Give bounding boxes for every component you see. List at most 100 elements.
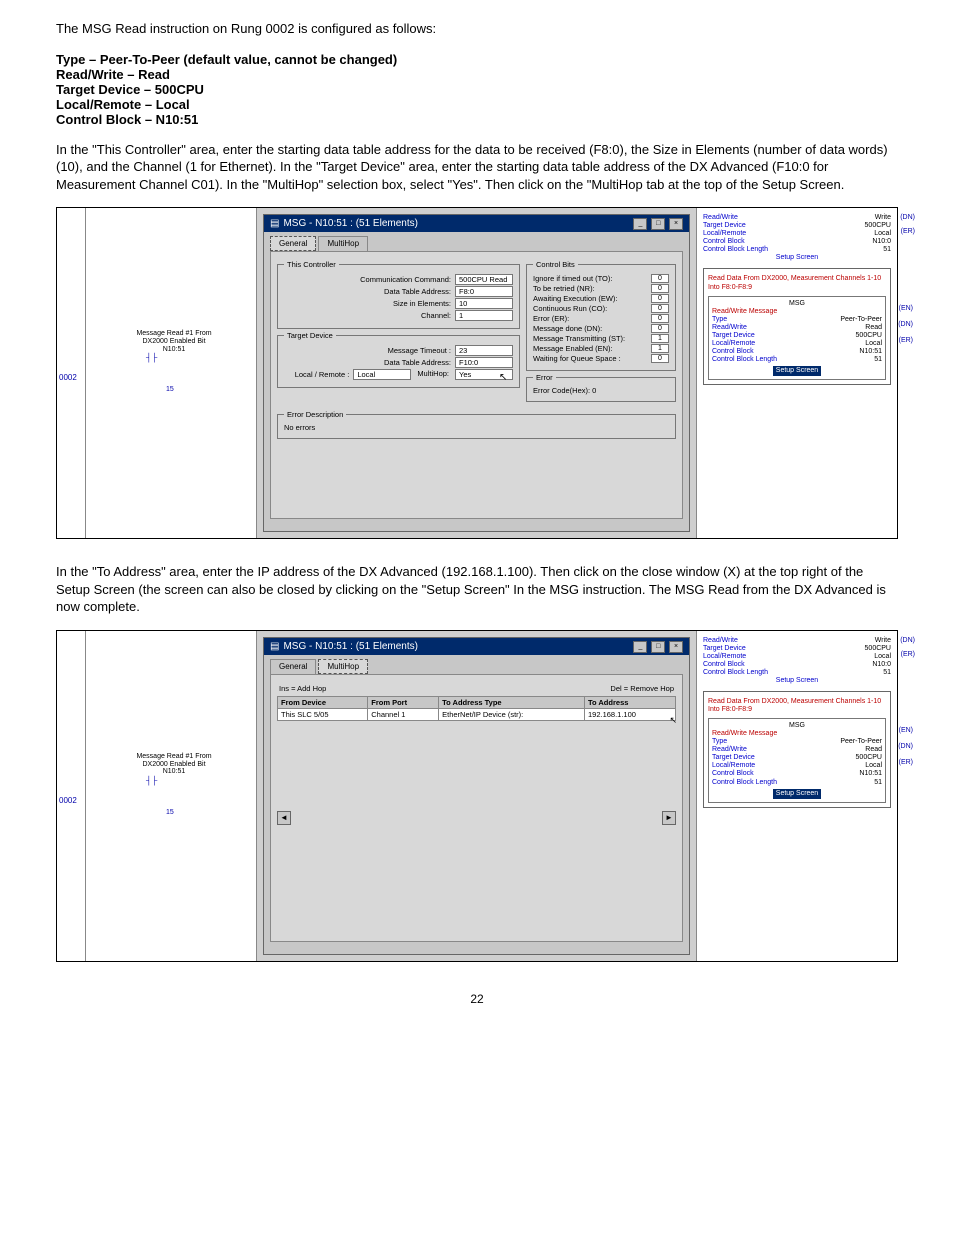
tab-multihop-2[interactable]: MultiHop bbox=[318, 659, 368, 674]
cb-dn-val[interactable]: 0 bbox=[651, 324, 669, 333]
tab-multihop[interactable]: MultiHop bbox=[318, 236, 368, 251]
dn-flag-icon-2: (DN) bbox=[898, 321, 913, 329]
comm-cmd-value[interactable]: 500CPU Read bbox=[455, 274, 513, 285]
r2-setup-screen[interactable]: Setup Screen bbox=[703, 677, 891, 685]
msg-setup-dialog-2: ▤ MSG - N10:51 : (51 Elements) _ □ × Gen… bbox=[263, 637, 690, 955]
error-description-group: Error Description No errors bbox=[277, 410, 676, 439]
r1m-cb-lbl: Control Block bbox=[712, 348, 754, 356]
maximize-icon-2[interactable]: □ bbox=[651, 641, 665, 653]
scroll-right-icon[interactable]: ► bbox=[662, 811, 676, 825]
r1-setup-screen[interactable]: Setup Screen bbox=[703, 254, 891, 262]
dn-flag-icon-4: (DN) bbox=[898, 743, 913, 751]
col-from-port: From Port bbox=[368, 696, 439, 708]
close-icon-2[interactable]: × bbox=[669, 641, 683, 653]
cfg-line-cb: Control Block – N10:51 bbox=[56, 112, 898, 127]
cb-er-label: Error (ER): bbox=[533, 314, 569, 323]
ladder-right-pane: Read/WriteWrite Target Device500CPU Loca… bbox=[696, 208, 897, 538]
error-group: Error Error Code(Hex): 0 bbox=[526, 373, 676, 402]
minimize-icon[interactable]: _ bbox=[633, 218, 647, 230]
dn-flag-icon: (DN) bbox=[900, 214, 915, 222]
tab-general[interactable]: General bbox=[270, 236, 316, 251]
ladder-column: Message Read #1 From DX2000 Enabled Bit … bbox=[86, 208, 257, 538]
tab-general-2[interactable]: General bbox=[270, 659, 316, 674]
r2-cb-lbl: Control Block bbox=[703, 661, 745, 669]
size-value[interactable]: 10 bbox=[455, 298, 513, 309]
cfg-line-lr: Local/Remote – Local bbox=[56, 97, 898, 112]
r2m-cbl-val: 51 bbox=[874, 779, 882, 787]
channel-value[interactable]: 1 bbox=[455, 310, 513, 321]
dialog-title-2: MSG - N10:51 : (51 Elements) bbox=[283, 641, 418, 652]
cb-wq-val[interactable]: 0 bbox=[651, 354, 669, 363]
cb-en-val[interactable]: 1 bbox=[651, 344, 669, 353]
r1m-cb-val: N10:51 bbox=[859, 348, 882, 356]
r2m-setup-screen[interactable]: Setup Screen bbox=[773, 789, 821, 799]
cfg-line-target: Target Device – 500CPU bbox=[56, 82, 898, 97]
cb-nr-val[interactable]: 0 bbox=[651, 284, 669, 293]
dialog-titlebar-2[interactable]: ▤ MSG - N10:51 : (51 Elements) _ □ × bbox=[264, 638, 689, 655]
cell-from-port[interactable]: Channel 1 bbox=[368, 708, 439, 720]
r1m-td-val: 500CPU bbox=[856, 332, 882, 340]
target-device-legend: Target Device bbox=[284, 331, 336, 340]
ladder-instruction-text-2: Message Read #1 From DX2000 Enabled Bit … bbox=[124, 753, 224, 776]
window-buttons: _ □ × bbox=[632, 217, 683, 230]
error-description-legend: Error Description bbox=[284, 410, 346, 419]
cell-to-addr-type[interactable]: EtherNet/IP Device (str): bbox=[439, 708, 585, 720]
ladder-right-pane-2: Read/WriteWrite Target Device500CPU Loca… bbox=[696, 631, 897, 961]
r2m-lr-val: Local bbox=[865, 762, 882, 770]
cb-ew-val[interactable]: 0 bbox=[651, 294, 669, 303]
dialog-area: ▤ MSG - N10:51 : (51 Elements) _ □ × Gen… bbox=[257, 208, 696, 538]
en-flag-icon: (EN) bbox=[899, 305, 913, 313]
cb-dn-label: Message done (DN): bbox=[533, 324, 602, 333]
multihop-value[interactable]: Yes bbox=[455, 369, 513, 380]
close-icon[interactable]: × bbox=[669, 218, 683, 230]
col-to-addr-type: To Address Type bbox=[439, 696, 585, 708]
maximize-icon[interactable]: □ bbox=[651, 218, 665, 230]
this-controller-legend: This Controller bbox=[284, 260, 339, 269]
er-flag-icon-2: (ER) bbox=[899, 337, 913, 345]
horizontal-scrollbar[interactable]: ◄ ► bbox=[277, 811, 676, 825]
cb-ew-label: Awaiting Execution (EW): bbox=[533, 294, 617, 303]
r2-cbl-lbl: Control Block Length bbox=[703, 669, 768, 677]
ladder-column-2: Message Read #1 From DX2000 Enabled Bit … bbox=[86, 631, 257, 961]
r1-cb-val: N10:0 bbox=[872, 238, 891, 246]
msg-timeout-value[interactable]: 23 bbox=[455, 345, 513, 356]
rwm-label-2: Read/Write Message bbox=[712, 730, 882, 738]
cell-to-address[interactable]: 192.168.1.100 ↖ bbox=[584, 708, 675, 720]
r2-cbl-val: 51 bbox=[883, 669, 891, 677]
screenshot-general-tab: 0002 Message Read #1 From DX2000 Enabled… bbox=[56, 207, 898, 539]
er-flag-icon: (ER) bbox=[901, 228, 915, 236]
r1m-cbl-val: 51 bbox=[874, 356, 882, 364]
table-row[interactable]: This SLC 5/05 Channel 1 EtherNet/IP Devi… bbox=[278, 708, 676, 720]
control-bits-group: Control Bits Ignore if timed out (TO):0 … bbox=[526, 260, 676, 371]
tab-body-general: This Controller Communication Command:50… bbox=[270, 251, 683, 519]
multihop-table[interactable]: From Device From Port To Address Type To… bbox=[277, 696, 676, 721]
scroll-left-icon[interactable]: ◄ bbox=[277, 811, 291, 825]
dta-value[interactable]: F8:0 bbox=[455, 286, 513, 297]
config-bold-list: Type – Peer-To-Peer (default value, cann… bbox=[56, 52, 898, 127]
error-legend: Error bbox=[533, 373, 556, 382]
cb-nr-label: To be retried (NR): bbox=[533, 284, 595, 293]
cb-co-val[interactable]: 0 bbox=[651, 304, 669, 313]
r2m-cbl-lbl: Control Block Length bbox=[712, 779, 777, 787]
target-dta-value[interactable]: F10:0 bbox=[455, 357, 513, 368]
r2-td-lbl: Target Device bbox=[703, 645, 746, 653]
local-remote-value[interactable]: Local bbox=[353, 369, 411, 380]
cb-er-val[interactable]: 0 bbox=[651, 314, 669, 323]
app-icon-2: ▤ bbox=[270, 641, 279, 652]
cell-from-device[interactable]: This SLC 5/05 bbox=[278, 708, 368, 720]
cb-st-val[interactable]: 1 bbox=[651, 334, 669, 343]
dta-label: Data Table Address: bbox=[284, 287, 455, 296]
xic-contact-icon-2: ┤├ bbox=[146, 776, 157, 785]
minimize-icon-2[interactable]: _ bbox=[633, 641, 647, 653]
cb-to-val[interactable]: 0 bbox=[651, 274, 669, 283]
dn-flag-icon-3: (DN) bbox=[900, 637, 915, 645]
rung-gutter-left-2: 0002 bbox=[57, 631, 86, 961]
error-description-text: No errors bbox=[284, 423, 669, 432]
msg-timeout-label: Message Timeout : bbox=[284, 346, 455, 355]
channel-label: Channel: bbox=[284, 311, 455, 320]
dialog-titlebar[interactable]: ▤ MSG - N10:51 : (51 Elements) _ □ × bbox=[264, 215, 689, 232]
ladder-bit-number-2: 15 bbox=[166, 809, 174, 816]
r1m-setup-screen[interactable]: Setup Screen bbox=[773, 366, 821, 376]
r1m-lr-val: Local bbox=[865, 340, 882, 348]
r1-td-lbl: Target Device bbox=[703, 222, 746, 230]
